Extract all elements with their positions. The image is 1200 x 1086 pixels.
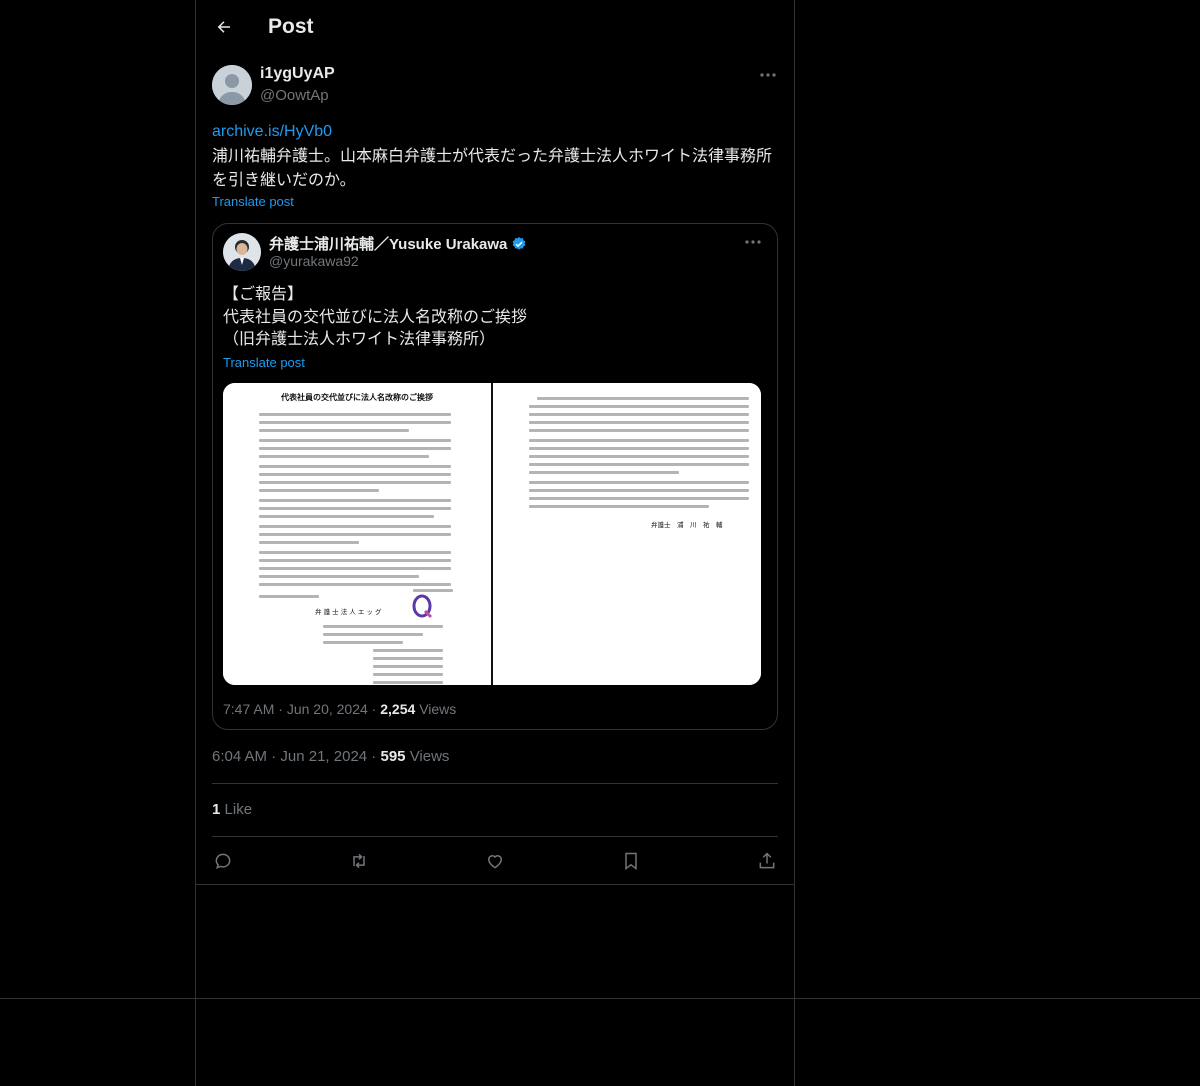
heart-icon (487, 855, 503, 869)
reply-button[interactable] (212, 850, 234, 872)
more-horizontal-icon (745, 240, 761, 244)
column-border-left (195, 0, 196, 1086)
person-photo-icon (223, 233, 261, 271)
bookmark-button[interactable] (620, 850, 642, 872)
quote-views-count: 2,254 (380, 701, 416, 717)
author-handle[interactable]: @OowtAp (260, 87, 329, 104)
translate-post-link[interactable]: Translate post (212, 194, 294, 209)
document-title: 代表社員の交代並びに法人名改称のご挨拶 (281, 392, 433, 402)
quote-more-button[interactable] (743, 232, 763, 252)
likes-number: 1 (212, 801, 221, 818)
firm-logo-icon (412, 594, 433, 619)
avatar[interactable] (212, 65, 252, 105)
post-link[interactable]: archive.is/HyVb0 (212, 120, 778, 145)
action-bar (212, 850, 778, 872)
page-title: Post (268, 15, 314, 38)
more-horizontal-icon (760, 73, 776, 77)
top-bar: Post (196, 0, 794, 54)
quote-author[interactable]: 弁護士浦川祐輔／Yusuke Urakawa (269, 233, 527, 254)
post-views-count: 595 (380, 748, 406, 765)
likes-label: Like (224, 801, 253, 818)
quote-handle[interactable]: @yurakawa92 (269, 253, 359, 269)
default-avatar-icon (212, 65, 252, 105)
verified-badge-icon (513, 236, 526, 250)
arrow-left-icon (217, 21, 230, 33)
page-divider (0, 998, 1200, 999)
post-body: 浦川祐輔弁護士。山本麻白弁護士が代表だった弁護士法人ホワイト法律事務所を引き継い… (212, 147, 773, 190)
post-views-label: Views (409, 748, 450, 765)
repost-button[interactable] (348, 850, 370, 872)
more-button[interactable] (758, 65, 778, 85)
separator (212, 783, 778, 784)
post-bottom-border (196, 884, 794, 885)
separator (212, 836, 778, 837)
likes-count[interactable]: 1 Like (212, 801, 252, 818)
firm-name: 弁 護 士 法 人 エ ッ グ (315, 608, 382, 616)
bookmark-icon (625, 852, 637, 870)
post-column: Post i1ygUyAP @OowtAp archive.is/HyVb0 浦… (196, 0, 794, 870)
column-border-right (794, 0, 795, 1086)
quote-avatar[interactable] (223, 233, 261, 271)
document-page-left: 代表社員の交代並びに法人名改称のご挨拶 弁 護 士 法 人 エ ッ グ (223, 383, 491, 685)
quote-author-name: 弁護士浦川祐輔／Yusuke Urakawa (269, 236, 508, 253)
repost-icon (353, 853, 365, 869)
post-metadata: 6:04 AM · Jun 21, 2024 · 595 Views (212, 748, 450, 765)
quote-translate-link[interactable]: Translate post (223, 355, 305, 370)
author-name[interactable]: i1ygUyAP (260, 65, 335, 83)
quote-views-label: Views (419, 701, 457, 717)
quote-text: 【ご報告】 代表社員の交代並びに法人名改称のご挨拶 （旧弁護士法人ホワイト法律事… (223, 286, 528, 348)
share-icon (759, 852, 775, 869)
post-author: i1ygUyAP @OowtAp (212, 65, 778, 109)
post-date[interactable]: Jun 21, 2024 (280, 748, 367, 765)
quote-date[interactable]: Jun 20, 2024 (287, 701, 368, 717)
document-page-right: 弁護士 浦 川 祐 輔 (493, 383, 761, 685)
share-button[interactable] (756, 850, 778, 872)
quoted-post[interactable]: 弁護士浦川祐輔／Yusuke Urakawa @yurakawa92 【ご報告】… (212, 223, 778, 730)
quote-time[interactable]: 7:47 AM (223, 701, 274, 717)
reply-icon (215, 853, 231, 869)
quote-metadata: 7:47 AM · Jun 20, 2024 · 2,254 Views (223, 701, 457, 717)
signature: 弁護士 浦 川 祐 輔 (651, 521, 723, 529)
back-button[interactable] (214, 17, 234, 37)
post-time[interactable]: 6:04 AM (212, 748, 267, 765)
post-text: archive.is/HyVb0 浦川祐輔弁護士。山本麻白弁護士が代表だった弁護… (212, 120, 778, 194)
like-button[interactable] (484, 850, 506, 872)
quote-image[interactable]: 代表社員の交代並びに法人名改称のご挨拶 弁 護 士 法 人 エ ッ グ 弁護士 … (223, 383, 761, 685)
